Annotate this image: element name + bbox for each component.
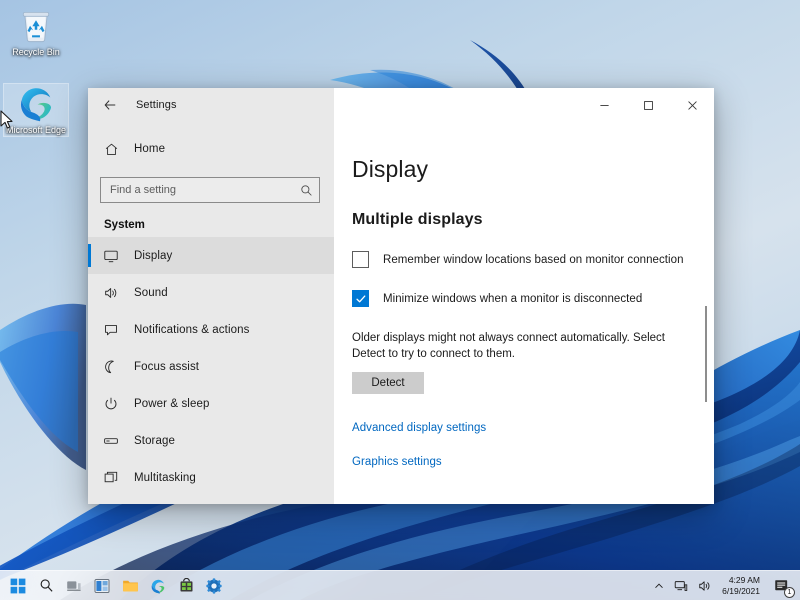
notification-badge: 1 xyxy=(784,586,795,598)
sidebar-item-label: Display xyxy=(134,249,173,262)
edge-icon xyxy=(20,88,52,122)
group-title: Multiple displays xyxy=(352,211,483,228)
taskbar-clock[interactable]: 4:29 AM 6/19/2021 xyxy=(718,573,766,599)
mouse-cursor xyxy=(0,110,13,129)
settings-icon xyxy=(206,577,222,594)
file-explorer-icon xyxy=(122,580,138,592)
back-button[interactable] xyxy=(96,92,124,118)
title-bar[interactable]: Settings xyxy=(88,88,714,122)
window-body: Home System xyxy=(88,122,714,504)
notification-center-button[interactable]: 1 xyxy=(768,573,796,599)
edge-icon xyxy=(151,579,165,594)
widgets-icon xyxy=(94,578,110,593)
window-controls xyxy=(334,88,714,122)
recycle-bin-icon xyxy=(22,11,50,43)
task-view-icon xyxy=(67,580,81,591)
sidebar-item-power-sleep[interactable]: Power & sleep xyxy=(88,385,334,422)
close-button[interactable] xyxy=(670,88,714,122)
sidebar-item-label: Power & sleep xyxy=(134,397,210,410)
taskbar-edge-button[interactable] xyxy=(145,573,171,599)
page-title: Display xyxy=(352,156,429,182)
sidebar-item-notifications[interactable]: Notifications & actions xyxy=(88,311,334,348)
sidebar-item-focus-assist[interactable]: Focus assist xyxy=(88,348,334,385)
taskbar[interactable]: 4:29 AM 6/19/2021 1 xyxy=(0,570,800,600)
checkbox-remember-window-locations[interactable]: Remember window locations based on monit… xyxy=(352,251,714,268)
checkbox-box[interactable] xyxy=(352,290,369,307)
taskbar-store-button[interactable] xyxy=(173,573,199,599)
volume-icon xyxy=(699,580,710,591)
desktop-icon-recycle-bin[interactable]: Recycle Bin xyxy=(4,6,68,58)
network-icon xyxy=(674,580,688,591)
search-box[interactable] xyxy=(100,177,320,203)
clock-time: 4:29 AM xyxy=(728,575,760,585)
checkbox-label: Minimize windows when a monitor is disco… xyxy=(383,292,643,305)
back-arrow-icon xyxy=(104,100,116,110)
maximize-button[interactable] xyxy=(626,88,670,122)
close-icon xyxy=(687,100,697,110)
maximize-icon xyxy=(643,100,653,110)
taskbar-file-explorer-button[interactable] xyxy=(117,573,143,599)
desktop-icon-label: Recycle Bin xyxy=(12,47,60,57)
home-icon xyxy=(96,142,126,157)
desktop-icon-label: Microsoft Edge xyxy=(5,125,67,135)
start-icon xyxy=(10,578,26,593)
monitor-icon xyxy=(96,248,126,264)
desktop[interactable]: Recycle Bin Microsoft Edge Settings Home… xyxy=(0,0,800,600)
sidebar-item-label: Multitasking xyxy=(134,471,196,484)
clock-date: 6/19/2021 xyxy=(722,585,760,596)
sidebar-item-label: Focus assist xyxy=(134,360,200,373)
checkbox-label: Remember window locations based on monit… xyxy=(383,253,684,266)
link-advanced-display-settings[interactable]: Advanced display settings xyxy=(352,422,714,434)
link-graphics-settings[interactable]: Graphics settings xyxy=(352,456,714,468)
taskbar-system-tray: 4:29 AM 6/19/2021 1 xyxy=(650,573,800,599)
storage-icon xyxy=(96,433,126,449)
settings-window[interactable]: Settings Home Find a setting System Disp… xyxy=(88,88,714,504)
notification-icon xyxy=(96,322,126,338)
moon-icon xyxy=(96,359,126,375)
sidebar-item-label: Sound xyxy=(134,286,168,299)
speaker-icon xyxy=(96,285,126,301)
content-scrollbar[interactable] xyxy=(702,122,710,504)
window-title: Settings xyxy=(136,99,177,111)
checkbox-box[interactable] xyxy=(352,251,369,268)
detect-button[interactable]: Detect xyxy=(352,372,424,394)
taskbar-widgets-button[interactable] xyxy=(89,573,115,599)
multitasking-icon xyxy=(96,470,126,486)
sidebar[interactable]: Home System xyxy=(88,122,334,504)
main-content: Display Multiple displays Remember windo… xyxy=(334,122,714,504)
sidebar-item-sound[interactable]: Sound xyxy=(88,274,334,311)
sidebar-item-label: Home xyxy=(134,143,166,155)
sidebar-item-storage[interactable]: Storage xyxy=(88,422,334,459)
search-icon xyxy=(40,579,53,592)
taskbar-search-button[interactable] xyxy=(33,573,59,599)
tray-volume-button[interactable] xyxy=(694,573,716,599)
sidebar-item-multitasking[interactable]: Multitasking xyxy=(88,459,334,496)
chevron-up-icon xyxy=(655,583,663,588)
power-icon xyxy=(96,396,126,412)
sidebar-item-home[interactable]: Home xyxy=(88,130,334,168)
search-icon[interactable] xyxy=(300,184,313,197)
store-icon xyxy=(180,578,192,592)
tray-network-button[interactable] xyxy=(670,573,692,599)
checkmark-icon xyxy=(355,294,365,302)
search-input[interactable] xyxy=(110,184,300,196)
scrollbar-thumb[interactable] xyxy=(705,306,707,402)
tray-show-hidden-icons-button[interactable] xyxy=(650,573,668,599)
taskbar-task-view-button[interactable] xyxy=(61,573,87,599)
minimize-button[interactable] xyxy=(582,88,626,122)
taskbar-start-button[interactable] xyxy=(5,573,31,599)
taskbar-settings-button[interactable] xyxy=(201,573,227,599)
title-bar-left: Settings xyxy=(88,88,334,122)
taskbar-apps xyxy=(0,573,227,599)
sidebar-item-display[interactable]: Display xyxy=(88,237,334,274)
sidebar-section-heading: System xyxy=(104,219,145,231)
sidebar-item-label: Notifications & actions xyxy=(134,323,250,336)
sidebar-item-label: Storage xyxy=(134,434,175,447)
minimize-icon xyxy=(599,104,609,106)
detect-help-text: Older displays might not always connect … xyxy=(352,332,665,360)
checkbox-minimize-windows[interactable]: Minimize windows when a monitor is disco… xyxy=(352,290,714,307)
